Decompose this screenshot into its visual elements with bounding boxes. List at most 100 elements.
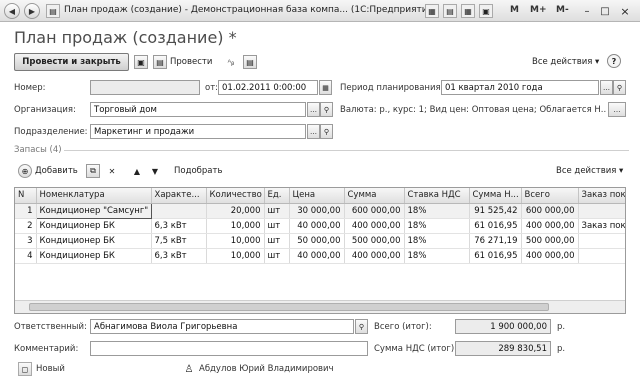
post-button[interactable]: Провести: [170, 57, 212, 67]
horizontal-scrollbar[interactable]: [15, 300, 625, 313]
cell-characteristic[interactable]: [151, 203, 207, 219]
cell-total[interactable]: 400 000,00: [521, 218, 579, 234]
table-all-actions-menu[interactable]: Все действия ▾: [556, 166, 623, 176]
department-field[interactable]: Маркетинг и продажи: [90, 124, 306, 139]
column-header-price[interactable]: Цена: [289, 188, 345, 204]
comment-field[interactable]: [90, 341, 368, 356]
cell-unit[interactable]: шт: [264, 218, 290, 234]
calc-icon[interactable]: ▤: [443, 4, 457, 18]
cell-unit[interactable]: шт: [264, 203, 290, 219]
cell-vat-rate[interactable]: 18%: [404, 218, 470, 234]
cell-nomenclature[interactable]: Кондиционер БК: [36, 248, 152, 264]
cell-nomenclature[interactable]: Кондиционер БК: [36, 218, 152, 234]
add-row-button[interactable]: Добавить: [35, 166, 78, 176]
clipboard-icon[interactable]: ▣: [479, 4, 493, 18]
cell-sum[interactable]: 400 000,00: [344, 248, 405, 264]
cell-characteristic[interactable]: 6,3 кВт: [151, 248, 207, 264]
cell-order[interactable]: Заказ пок: [578, 218, 625, 234]
cell-price[interactable]: 30 000,00: [289, 203, 345, 219]
column-header-quantity[interactable]: Количество: [206, 188, 265, 204]
copy-icon[interactable]: ⧉: [86, 164, 100, 178]
column-header-n[interactable]: N: [15, 188, 37, 204]
column-header-nomenclature[interactable]: Номенклатура: [36, 188, 152, 204]
department-select-icon[interactable]: …: [307, 124, 320, 139]
date-field[interactable]: 01.02.2011 0:00:00: [218, 80, 318, 95]
add-icon[interactable]: ⊕: [18, 164, 32, 178]
cell-vat-rate[interactable]: 18%: [404, 233, 470, 249]
cell-order[interactable]: [578, 248, 625, 264]
cell-total[interactable]: 500 000,00: [521, 233, 579, 249]
cell-sum[interactable]: 400 000,00: [344, 218, 405, 234]
cell-vat-sum[interactable]: 91 525,42: [469, 203, 522, 219]
cell-vat-sum[interactable]: 76 271,19: [469, 233, 522, 249]
cell-nomenclature[interactable]: Кондиционер "Самсунг": [35, 202, 152, 219]
close-icon[interactable]: ×: [618, 4, 632, 18]
memory-button[interactable]: M: [510, 5, 519, 15]
organization-field[interactable]: Торговый дом: [90, 102, 306, 117]
maximize-icon[interactable]: □: [598, 4, 612, 18]
print-icon[interactable]: ▦: [425, 4, 439, 18]
all-actions-menu[interactable]: Все действия ▾: [532, 57, 599, 67]
select-items-button[interactable]: Подобрать: [174, 166, 222, 176]
column-header-vat-rate[interactable]: Ставка НДС: [404, 188, 470, 204]
stock-table[interactable]: N Номенклатура Характе... Количество Ед.…: [14, 187, 626, 314]
cell-unit[interactable]: шт: [264, 248, 290, 264]
organization-search-icon[interactable]: ⚲: [320, 102, 333, 117]
cell-total[interactable]: 600 000,00: [521, 203, 579, 219]
move-up-icon[interactable]: ▲: [130, 164, 144, 178]
cell-price[interactable]: 50 000,00: [289, 233, 345, 249]
column-header-characteristic[interactable]: Характе...: [151, 188, 207, 204]
back-icon[interactable]: ◀: [4, 3, 20, 19]
cell-quantity[interactable]: 20,000: [206, 203, 265, 219]
period-select-icon[interactable]: …: [600, 80, 613, 95]
sort-icon[interactable]: ᴬᵦ: [224, 55, 238, 69]
memory-plus-button[interactable]: M+: [530, 5, 547, 15]
cell-nomenclature[interactable]: Кондиционер БК: [36, 233, 152, 249]
currency-button[interactable]: …: [608, 102, 626, 117]
column-header-order[interactable]: Заказ пок: [578, 188, 625, 204]
cell-order[interactable]: [578, 233, 625, 249]
column-header-total[interactable]: Всего: [521, 188, 579, 204]
stock-section-title[interactable]: Запасы (4): [14, 145, 62, 155]
cell-quantity[interactable]: 10,000: [206, 233, 265, 249]
responsible-field[interactable]: Абнагимова Виола Григорьевна: [90, 319, 354, 334]
cell-price[interactable]: 40 000,00: [289, 218, 345, 234]
cell-vat-sum[interactable]: 61 016,95: [469, 218, 522, 234]
report-icon[interactable]: ▤: [243, 55, 257, 69]
cell-unit[interactable]: шт: [264, 233, 290, 249]
cell-quantity[interactable]: 10,000: [206, 218, 265, 234]
period-field[interactable]: 01 квартал 2010 года: [441, 80, 599, 95]
memory-minus-button[interactable]: M-: [556, 5, 569, 15]
period-search-icon[interactable]: ⚲: [613, 80, 626, 95]
save-icon[interactable]: ▣: [134, 55, 148, 69]
cell-characteristic[interactable]: 7,5 кВт: [151, 233, 207, 249]
cell-quantity[interactable]: 10,000: [206, 248, 265, 264]
post-and-close-button[interactable]: Провести и закрыть: [14, 53, 129, 71]
cell-vat-rate[interactable]: 18%: [404, 203, 470, 219]
cell-characteristic[interactable]: 6,3 кВт: [151, 218, 207, 234]
department-search-icon[interactable]: ⚲: [320, 124, 333, 139]
responsible-search-icon[interactable]: ⚲: [355, 319, 368, 334]
table-row[interactable]: 4 Кондиционер БК 6,3 кВт 10,000 шт 40 00…: [15, 248, 625, 264]
delete-icon[interactable]: ✕: [105, 164, 119, 178]
post-icon[interactable]: ▤: [153, 55, 167, 69]
column-header-unit[interactable]: Ед.: [264, 188, 290, 204]
cell-order[interactable]: [578, 203, 625, 219]
table-row[interactable]: 2 Кондиционер БК 6,3 кВт 10,000 шт 40 00…: [15, 218, 625, 234]
organization-select-icon[interactable]: …: [307, 102, 320, 117]
table-row[interactable]: 1 Кондиционер "Самсунг" 20,000 шт 30 000…: [15, 202, 625, 219]
help-icon[interactable]: ?: [607, 54, 621, 68]
table-row[interactable]: 3 Кондиционер БК 7,5 кВт 10,000 шт 50 00…: [15, 233, 625, 249]
scrollbar-thumb[interactable]: [29, 303, 549, 311]
cell-total[interactable]: 400 000,00: [521, 248, 579, 264]
minimize-icon[interactable]: –: [580, 4, 594, 18]
calendar-icon[interactable]: ▦: [319, 80, 332, 95]
cell-vat-sum[interactable]: 61 016,95: [469, 248, 522, 264]
calendar-icon[interactable]: ▦: [461, 4, 475, 18]
number-field[interactable]: [90, 80, 200, 95]
cell-sum[interactable]: 600 000,00: [344, 203, 405, 219]
column-header-vat-sum[interactable]: Сумма Н...: [469, 188, 522, 204]
column-header-sum[interactable]: Сумма: [344, 188, 405, 204]
cell-vat-rate[interactable]: 18%: [404, 248, 470, 264]
forward-icon[interactable]: ▶: [24, 3, 40, 19]
